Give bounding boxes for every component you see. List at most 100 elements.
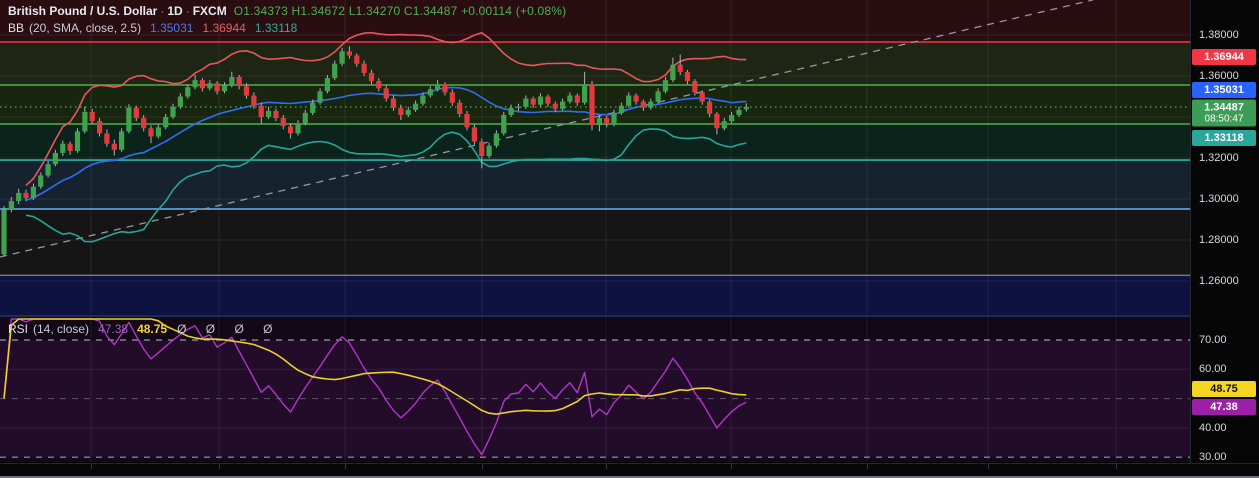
- bb-lower-value: 1.33118: [254, 21, 298, 35]
- candle-body: [508, 107, 514, 115]
- candle-body: [214, 83, 220, 92]
- candle-body: [604, 118, 610, 125]
- candle-body: [302, 112, 308, 124]
- price-tick-label: 1.36000: [1199, 70, 1239, 82]
- candle-body: [317, 91, 323, 103]
- rsi-indicator-row[interactable]: RSI (14, close) 47.38 48.75 Ø Ø Ø Ø: [8, 321, 280, 338]
- rsi-value: 47.38: [98, 322, 129, 336]
- candle-body: [560, 101, 566, 109]
- bb-indicator-row[interactable]: BB (20, SMA, close, 2.5) 1.35031 1.36944 1.3…: [8, 20, 566, 37]
- time-axis-tick: [606, 464, 608, 469]
- price-axis[interactable]: USD 1.380001.360001.320001.300001.280001…: [1190, 0, 1259, 463]
- candle-body: [574, 95, 580, 103]
- candle-body: [148, 128, 154, 137]
- price-zone-band: [0, 42, 1190, 86]
- candle-body: [435, 84, 441, 90]
- candle-body: [52, 152, 58, 165]
- interval-label: 1D: [167, 4, 183, 18]
- time-axis-tick: [988, 464, 990, 469]
- last-price-badge: 1.34487 08:50:47: [1192, 99, 1256, 127]
- rsi-tick-label: 60.00: [1199, 363, 1227, 375]
- candle-body: [405, 109, 411, 115]
- candle-body: [16, 192, 22, 202]
- rsi-name: RSI: [8, 322, 29, 336]
- candle-body: [449, 92, 455, 103]
- candle-body: [471, 127, 477, 142]
- candle-body: [295, 123, 301, 134]
- candle-body: [501, 115, 507, 134]
- candle-body: [221, 85, 228, 92]
- candle-body: [464, 113, 470, 128]
- candle-body: [126, 107, 132, 132]
- candle-body: [699, 92, 705, 102]
- symbol-row[interactable]: British Pound / U.S. Dollar · 1D · FXCM O1.34…: [8, 3, 566, 20]
- candle-body: [288, 126, 294, 134]
- price-chart-pane[interactable]: British Pound / U.S. Dollar · 1D · FXCM O1.34…: [0, 0, 1190, 315]
- candle-body: [413, 103, 419, 110]
- candle-body: [324, 78, 330, 92]
- candle-body: [552, 103, 558, 109]
- candle-body: [185, 87, 191, 97]
- candle-body: [258, 105, 264, 117]
- candle-body: [243, 86, 250, 96]
- candle-body: [236, 77, 242, 87]
- candle-body: [618, 105, 624, 113]
- price-zone-band: [0, 209, 1190, 276]
- candle-body: [89, 111, 95, 122]
- rsi-pane[interactable]: RSI (14, close) 47.38 48.75 Ø Ø Ø Ø: [0, 317, 1190, 462]
- candle-body: [390, 98, 397, 108]
- bb-basis-value: 1.35031: [150, 21, 194, 35]
- rsi-params: (14, close): [33, 322, 90, 336]
- candle-body: [479, 141, 485, 156]
- candle-body: [177, 96, 183, 107]
- rsi-chart[interactable]: [0, 317, 1190, 462]
- time-axis-tick: [1116, 464, 1118, 469]
- candle-body: [420, 95, 426, 104]
- time-axis-tick: [482, 464, 484, 469]
- candle-body: [339, 51, 345, 64]
- candle-body: [310, 102, 316, 113]
- candle-body: [633, 95, 639, 102]
- candle-body: [648, 101, 654, 108]
- candle-body: [74, 131, 81, 151]
- candle-body: [640, 101, 646, 108]
- candle-body: [60, 143, 66, 153]
- candle-body: [427, 89, 433, 96]
- candle-body: [515, 106, 522, 108]
- candle-body: [611, 112, 617, 125]
- candle-body: [692, 81, 698, 93]
- candle-body: [361, 63, 367, 73]
- rsi-legend: RSI (14, close) 47.38 48.75 Ø Ø Ø Ø: [8, 321, 280, 338]
- rsi-value-badge: 47.38: [1192, 399, 1256, 415]
- candle-body: [199, 80, 205, 89]
- time-axis-tick: [345, 464, 347, 469]
- main-legend: British Pound / U.S. Dollar · 1D · FXCM O1.34…: [8, 3, 566, 37]
- separator-dot: ·: [160, 4, 165, 18]
- candle-body: [743, 107, 749, 110]
- candle-body: [537, 96, 544, 105]
- candle-body: [545, 96, 551, 104]
- candle-body: [332, 63, 338, 79]
- candle-body: [170, 106, 176, 117]
- separator-dot: ·: [185, 4, 190, 18]
- rsi-tick-label: 40.00: [1199, 422, 1227, 434]
- rsi-empty-values: Ø Ø Ø Ø: [177, 322, 281, 336]
- bb-upper-badge: 1.36944: [1192, 49, 1256, 65]
- candle-body: [670, 64, 676, 81]
- price-tick-label: 1.32000: [1199, 152, 1239, 164]
- price-tick-label: 1.26000: [1199, 275, 1239, 287]
- candle-body: [398, 107, 404, 115]
- time-axis-tick: [867, 464, 869, 469]
- candle-body: [192, 80, 198, 88]
- trading-chart-window: British Pound / U.S. Dollar · 1D · FXCM O1.34…: [0, 0, 1259, 478]
- bb-params: (20, SMA, close, 2.5): [29, 21, 142, 35]
- candle-body: [626, 95, 632, 106]
- candle-body: [163, 117, 169, 128]
- candle-body: [736, 109, 742, 115]
- exchange-label: FXCM: [192, 4, 227, 18]
- price-zone-band: [0, 124, 1190, 161]
- bb-upper-value: 1.36944: [202, 21, 246, 35]
- candle-body: [567, 95, 573, 102]
- candlestick-chart[interactable]: [0, 0, 1190, 315]
- candle-body: [714, 113, 720, 129]
